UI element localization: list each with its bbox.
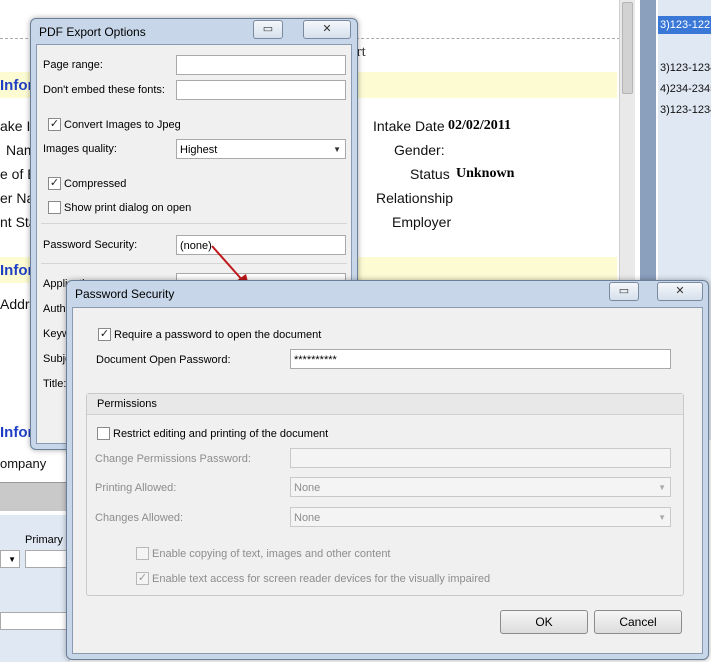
enable-copying-checkbox[interactable] <box>136 547 149 560</box>
printing-allowed-value: None <box>294 482 321 494</box>
chevron-down-icon: ▼ <box>658 513 666 522</box>
close-button[interactable]: ✕ <box>657 282 703 301</box>
enable-text-access-checkbox[interactable]: ✓ <box>136 572 149 585</box>
close-icon: ✕ <box>675 285 685 297</box>
cancel-button[interactable]: Cancel <box>594 610 682 634</box>
enable-text-access-label: Enable text access for screen reader dev… <box>152 573 491 585</box>
window-body: ✓ Require a password to open the documen… <box>72 307 703 654</box>
require-password-checkbox[interactable]: ✓ <box>98 328 111 341</box>
permissions-group: Permissions Restrict editing and printin… <box>86 393 684 596</box>
change-perm-password-label: Change Permissions Password: <box>95 453 251 465</box>
password-security-window: Password Security ▭ ✕ ✓ Require a passwo… <box>66 280 709 660</box>
doc-open-password-input[interactable]: ********** <box>290 349 671 369</box>
doc-open-password-label: Document Open Password: <box>96 354 231 366</box>
changes-allowed-label: Changes Allowed: <box>95 512 184 524</box>
permissions-header-bar <box>87 394 683 415</box>
require-password-label: Require a password to open the document <box>114 329 322 341</box>
changes-allowed-select[interactable]: None ▼ <box>290 507 671 527</box>
printing-allowed-select[interactable]: None ▼ <box>290 477 671 497</box>
enable-copying-label: Enable copying of text, images and other… <box>152 548 391 560</box>
restore-button[interactable]: ▭ <box>609 282 639 301</box>
arrow-shaft <box>211 245 245 283</box>
chevron-down-icon: ▼ <box>658 483 666 492</box>
window-title: Password Security <box>75 287 175 301</box>
restore-icon: ▭ <box>618 285 630 297</box>
printing-allowed-label: Printing Allowed: <box>95 482 177 494</box>
permissions-header: Permissions <box>97 398 157 410</box>
ok-button[interactable]: OK <box>500 610 588 634</box>
change-perm-password-input[interactable] <box>290 448 671 468</box>
restrict-label: Restrict editing and printing of the doc… <box>113 428 329 440</box>
changes-allowed-value: None <box>294 512 321 524</box>
restrict-checkbox[interactable] <box>97 427 110 440</box>
